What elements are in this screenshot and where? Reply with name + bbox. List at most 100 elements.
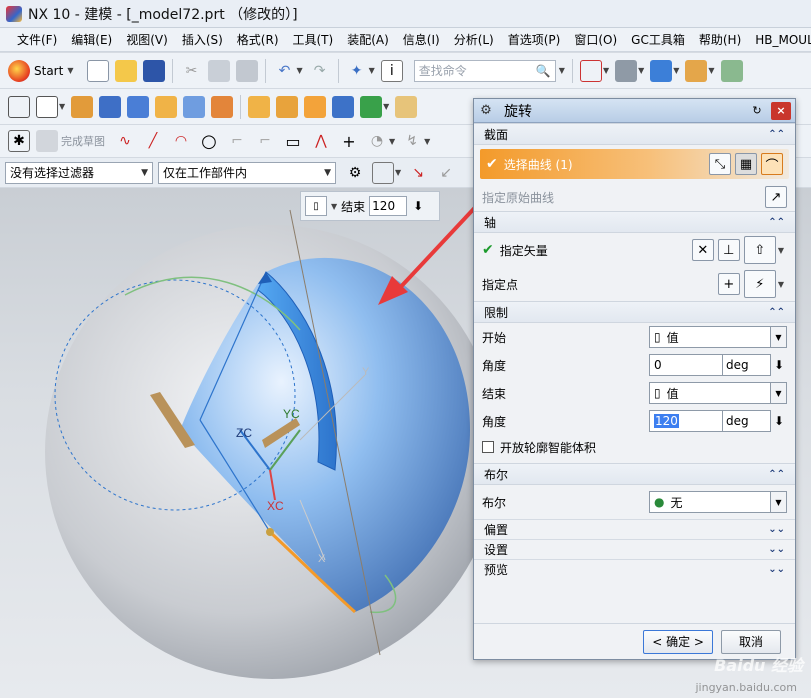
selection-filter-select[interactable]: 没有选择过滤器 ▼ [5,161,153,184]
section-header-settings[interactable]: 设置 ⌄⌄ [474,539,795,559]
trim-dropdown-icon[interactable]: ▼ [383,102,389,111]
select-dropdown-icon[interactable]: ▼ [395,168,401,177]
trim-icon[interactable]: ↯ [401,130,423,152]
menu-tools[interactable]: 工具(T) [286,31,341,48]
section-header-axis[interactable]: 轴 ⌃⌃ [474,211,795,233]
scope-select[interactable]: 仅在工作部件内 ▼ [158,161,336,184]
start-mode-select[interactable]: ▯ 值 [649,326,771,348]
undo-dropdown-icon[interactable]: ▼ [296,66,302,75]
layer-icon[interactable] [685,59,708,82]
section-header-offset[interactable]: 偏置 ⌄⌄ [474,519,795,539]
collapse-up-icon[interactable]: ⌃⌃ [768,469,785,480]
open-profile-row[interactable]: 开放轮廓智能体积 [474,435,795,459]
copy-icon[interactable] [208,59,231,82]
ok-button[interactable]: < 确定 > [643,629,713,654]
limit-type-dropdown-icon[interactable]: ▼ [331,202,337,211]
hole-icon[interactable] [127,95,150,118]
section-header-preview[interactable]: 预览 ⌄⌄ [474,559,795,579]
menu-insert[interactable]: 插入(S) [175,31,230,48]
floatbar-value-input[interactable]: 120 [369,196,408,216]
point-type-dropdown-icon[interactable]: ▼ [778,280,784,289]
limit-type-icon[interactable]: ▯ [305,196,327,216]
expand-down-icon[interactable]: ⌄⌄ [768,564,785,575]
finish-sketch-label[interactable]: 完成草图 [61,133,105,149]
collapse-up-icon[interactable]: ⌃⌃ [768,307,785,318]
array-icon[interactable] [304,95,327,118]
point-type-icon[interactable]: ⚡ [743,270,776,298]
select-curve-row[interactable]: ✔ 选择曲线 (1) ⤡ ▦ ⌒ [480,149,789,179]
chevron-down-icon[interactable]: ▼ [771,326,787,348]
section-header-section[interactable]: 截面 ⌃⌃ [474,123,795,145]
menu-format[interactable]: 格式(R) [230,31,286,48]
command-finder-dropdown-icon[interactable]: ▼ [369,66,375,75]
revolve-icon[interactable] [99,95,122,118]
menu-info[interactable]: 信息(I) [396,31,447,48]
block-icon[interactable] [395,95,418,118]
curve-rule-icon[interactable]: ⤡ [709,153,731,175]
trim-curve-dropdown-icon[interactable]: ▼ [424,137,430,146]
vector-type-dropdown-icon[interactable]: ▼ [778,246,784,255]
section-header-boolean[interactable]: 布尔 ⌃⌃ [474,463,795,485]
render-style-dropdown-icon[interactable]: ▼ [638,66,644,75]
specify-vector-row[interactable]: ✔ 指定矢量 ✕ ⊥ ⇧ ▼ [474,233,795,267]
select-curve-icon[interactable]: ⌒ [761,153,783,175]
menu-help[interactable]: 帮助(H) [692,31,748,48]
rectangle-icon[interactable]: ▭ [282,130,304,152]
menu-view[interactable]: 视图(V) [119,31,175,48]
sketch-section-icon[interactable]: ▦ [735,153,757,175]
datum-plane-icon[interactable] [36,95,58,118]
chevron-down-icon[interactable]: ▼ [771,382,787,404]
trim-body-icon[interactable] [360,95,383,118]
origin-curve-icon[interactable]: ↗ [765,186,787,208]
boss-icon[interactable] [155,95,178,118]
cancel-button[interactable]: 取消 [721,629,781,654]
menu-window[interactable]: 窗口(O) [567,31,624,48]
menu-preferences[interactable]: 首选项(P) [501,31,568,48]
specify-point-row[interactable]: 指定点 + ⚡ ▼ [474,267,795,301]
menu-gc-toolbox[interactable]: GC工具箱 [624,31,692,48]
chevron-down-icon[interactable]: ▼ [771,491,787,513]
settings-gear-icon[interactable]: ⚙ [478,103,494,119]
shape-icon[interactable]: ◔ [366,130,388,152]
sketch-icon[interactable] [8,95,30,118]
menu-hb-mould[interactable]: HB_MOULD [748,33,811,47]
unite-icon[interactable] [332,95,355,118]
menu-file[interactable]: 文件(F) [10,31,64,48]
expand-down-icon[interactable]: ⌄⌄ [768,544,785,555]
pivot-point[interactable] [266,528,274,536]
search-command-input[interactable]: 查找命令 🔍 [413,59,556,82]
new-file-icon[interactable] [87,59,110,82]
search-icon[interactable]: 🔍 [536,64,551,78]
polygon-icon[interactable]: ⋀ [310,130,332,152]
collapse-up-icon[interactable]: ⌃⌃ [768,129,785,140]
profile-icon[interactable]: ∿ [114,130,136,152]
extrude-icon[interactable] [71,95,94,118]
reverse-direction-icon[interactable]: ✕ [691,239,714,261]
expand-down-icon[interactable]: ⌄⌄ [768,524,785,535]
fit-view-icon[interactable] [579,59,602,82]
snap-point-icon[interactable]: ↘ [407,162,429,184]
more-view-icon[interactable] [720,59,743,82]
end-angle-spin-icon[interactable]: ⬇ [771,410,787,432]
open-profile-checkbox[interactable] [482,441,494,453]
menu-assembly[interactable]: 装配(A) [340,31,396,48]
search-dropdown-icon[interactable]: ▼ [559,66,565,75]
section-header-limits[interactable]: 限制 ⌃⌃ [474,301,795,323]
point-dialog-icon[interactable]: + [717,273,740,295]
fillet-icon[interactable]: ⌐ [226,130,248,152]
info-icon[interactable]: i [380,59,403,82]
view-orient-icon[interactable] [650,59,673,82]
finish-sketch-icon[interactable] [36,130,58,152]
undo-icon[interactable]: ↶ [273,60,295,82]
fit-view-dropdown-icon[interactable]: ▼ [603,66,609,75]
open-folder-icon[interactable] [115,59,138,82]
paste-icon[interactable] [236,59,259,82]
vector-dialog-icon[interactable]: ⊥ [717,239,740,261]
offset-face-icon[interactable] [248,95,271,118]
redo-icon[interactable]: ↷ [309,60,331,82]
filter-settings-icon[interactable]: ⚙ [344,162,366,184]
command-finder-icon[interactable]: ✦ [346,60,368,82]
cut-icon[interactable]: ✂ [180,60,202,82]
end-mode-select[interactable]: ▯ 值 [649,382,771,404]
pocket-icon[interactable] [183,95,206,118]
